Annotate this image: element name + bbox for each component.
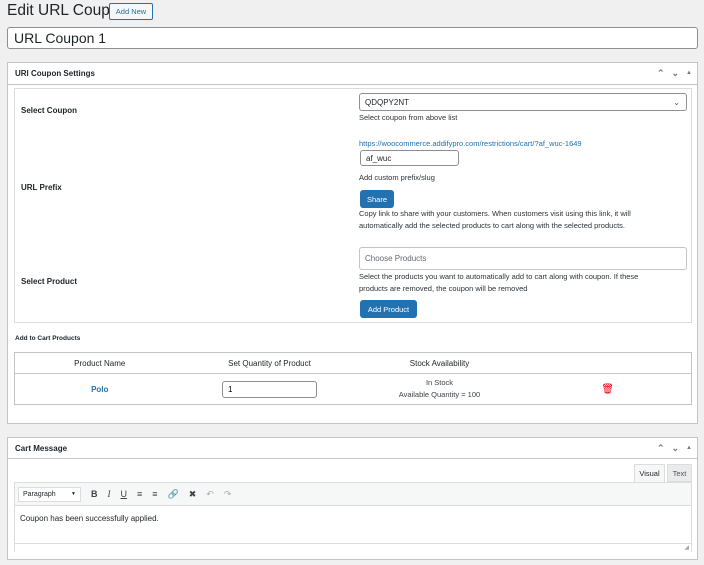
share-button[interactable]: Share: [360, 190, 394, 208]
stock-status: In Stock: [425, 378, 454, 387]
cart-message-heading: Cart Message: [15, 443, 68, 453]
col-product-name: Product Name: [74, 358, 126, 368]
select-coupon-label: Select Coupon: [21, 106, 78, 115]
collapse-icon[interactable]: ▲: [686, 70, 692, 79]
settings-table: Select Coupon QDQPY2NT ⌄ Select coupon fr…: [14, 88, 692, 323]
tab-visual[interactable]: Visual: [634, 464, 665, 482]
url-prefix-label: URL Prefix: [21, 183, 62, 192]
product-help-line-2: products are removed, the coupon will be…: [359, 284, 528, 293]
tab-text[interactable]: Text: [667, 464, 692, 482]
table-row: Polo In Stock Available Quantity = 100 🗑: [15, 374, 692, 405]
cart-message-box: Cart Message ⌃ ⌄ ▲ Visual Text Paragraph ▼ …: [7, 437, 698, 560]
available-quantity: Available Quantity = 100: [398, 390, 481, 399]
cart-message-header: Cart Message ⌃ ⌄ ▲: [8, 438, 697, 459]
add-new-button[interactable]: Add New: [109, 3, 153, 20]
settings-heading: URl Coupon Settings: [15, 69, 95, 78]
product-help-line-1: Select the products you want to automati…: [359, 272, 639, 281]
underline-icon[interactable]: U: [121, 489, 128, 499]
italic-icon[interactable]: I: [108, 489, 111, 499]
settings-header: URl Coupon Settings ⌃ ⌄ ▲: [8, 63, 697, 85]
bullet-list-icon[interactable]: ≡: [137, 489, 142, 499]
delete-icon[interactable]: 🗑: [525, 374, 692, 405]
editor-statusbar: ◢: [15, 543, 691, 552]
redo-icon[interactable]: ↷: [224, 489, 232, 500]
move-down-icon[interactable]: ⌄: [672, 443, 680, 454]
link-icon[interactable]: 🔗: [168, 489, 179, 500]
choose-products-input[interactable]: Choose Products: [359, 247, 687, 270]
url-coupon-settings-box: URl Coupon Settings ⌃ ⌄ ▲ Select Coupon QD…: [7, 62, 698, 424]
undo-icon[interactable]: ↶: [206, 489, 214, 500]
prefix-input[interactable]: af_wuc: [360, 150, 459, 166]
add-product-button[interactable]: Add Product: [360, 300, 417, 318]
cart-products-table: Product Name Set Quantity of Product Sto…: [14, 352, 692, 405]
move-down-icon[interactable]: ⌄: [672, 68, 680, 79]
move-up-icon[interactable]: ⌃: [657, 443, 665, 454]
coupon-url-link[interactable]: https://woocommerce.addifypro.com/restri…: [359, 138, 582, 150]
coupon-title-input[interactable]: [7, 27, 698, 49]
col-quantity: Set Quantity of Product: [228, 358, 311, 368]
move-up-icon[interactable]: ⌃: [657, 68, 665, 79]
format-select[interactable]: Paragraph ▼: [18, 486, 81, 502]
editor-toolbar: Paragraph ▼ B I U ≡ ≡ 🔗 ✖ ↶ ↷: [15, 483, 691, 506]
select-product-label: Select Product: [21, 277, 78, 286]
select-coupon-help: Select coupon from above list: [359, 113, 458, 122]
bold-icon[interactable]: B: [91, 489, 98, 499]
quantity-input[interactable]: [222, 380, 317, 398]
resize-handle-icon[interactable]: ◢: [684, 544, 689, 551]
chevron-down-icon: ⌄: [673, 97, 680, 107]
coupon-select[interactable]: QDQPY2NT ⌄: [359, 93, 687, 111]
unlink-icon[interactable]: ✖: [189, 489, 197, 500]
share-help-line-1: Copy link to share with your customers. …: [359, 209, 631, 218]
collapse-icon[interactable]: ▲: [686, 445, 692, 454]
col-stock: Stock Availability: [409, 358, 470, 368]
editor: Paragraph ▼ B I U ≡ ≡ 🔗 ✖ ↶ ↷ Coupon has …: [14, 482, 692, 552]
prefix-help: Add custom prefix/slug: [359, 173, 435, 182]
cart-products-heading: Add to Cart Products: [15, 335, 81, 342]
editor-content[interactable]: Coupon has been successfully applied.: [15, 506, 691, 543]
product-link[interactable]: Polo: [15, 374, 185, 405]
table-header-row: Product Name Set Quantity of Product Sto…: [14, 353, 692, 374]
share-help-line-2: automatically add the selected products …: [359, 221, 625, 230]
numbered-list-icon[interactable]: ≡: [152, 489, 157, 499]
